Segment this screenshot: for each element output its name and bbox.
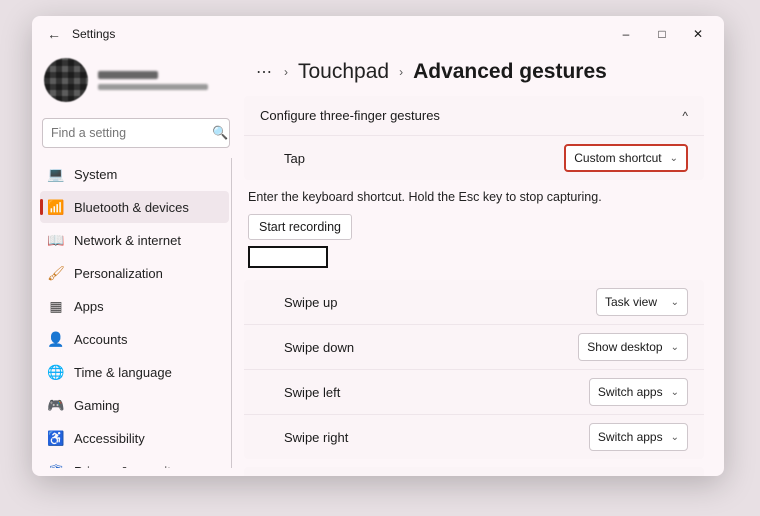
tap-label: Tap bbox=[284, 151, 564, 166]
search-input[interactable] bbox=[51, 126, 212, 140]
wifi-icon: 📖 bbox=[48, 232, 64, 248]
shortcut-capture-input[interactable] bbox=[248, 246, 328, 268]
section-title: Configure three-finger gestures bbox=[260, 108, 440, 123]
nav-list: 💻 System 📶 Bluetooth & devices 📖 Network & … bbox=[40, 158, 232, 468]
content: Configure three-finger gestures ^ Tap Cu… bbox=[244, 96, 720, 476]
sidebar-item-label: Accessibility bbox=[74, 431, 145, 446]
dropdown-value: Show desktop bbox=[587, 340, 662, 354]
breadcrumb-more[interactable]: ⋯ bbox=[256, 62, 274, 82]
chevron-up-icon: ^ bbox=[682, 109, 688, 123]
three-finger-section: Configure three-finger gestures ^ Tap Cu… bbox=[244, 96, 704, 180]
close-button[interactable]: ✕ bbox=[680, 20, 716, 48]
four-finger-section: Configure four-finger gestures ⌄ bbox=[244, 467, 704, 476]
chevron-down-icon: ⌄ bbox=[671, 432, 679, 443]
sidebar-item-personalization[interactable]: 🖌 Personalization bbox=[40, 257, 229, 289]
sidebar-item-bluetooth-devices[interactable]: 📶 Bluetooth & devices bbox=[40, 191, 229, 223]
titlebar: ← Settings – □ ✕ bbox=[32, 16, 724, 52]
dropdown-value: Task view bbox=[605, 295, 657, 309]
sidebar-item-label: Apps bbox=[74, 299, 104, 314]
avatar bbox=[44, 58, 88, 102]
minimize-button[interactable]: – bbox=[608, 20, 644, 48]
sidebar-item-label: Time & language bbox=[74, 365, 172, 380]
swipe-label: Swipe right bbox=[284, 430, 589, 445]
app-title: Settings bbox=[72, 27, 115, 41]
sidebar-item-system[interactable]: 💻 System bbox=[40, 158, 229, 190]
maximize-button[interactable]: □ bbox=[644, 20, 680, 48]
search-box[interactable]: 🔍 bbox=[42, 118, 230, 148]
swipe-label: Swipe up bbox=[284, 295, 596, 310]
sidebar-item-apps[interactable]: ▦ Apps bbox=[40, 290, 229, 322]
display-icon: 💻 bbox=[48, 166, 64, 182]
swipe-up-dropdown[interactable]: Task view ⌄ bbox=[596, 288, 688, 316]
sidebar-item-gaming[interactable]: 🎮 Gaming bbox=[40, 389, 229, 421]
breadcrumb-parent[interactable]: Touchpad bbox=[298, 60, 389, 84]
shortcut-hint: Enter the keyboard shortcut. Hold the Es… bbox=[244, 184, 704, 210]
dropdown-value: Custom shortcut bbox=[574, 151, 661, 165]
swipe-right-row: Swipe right Switch apps ⌄ bbox=[244, 415, 704, 459]
chevron-down-icon: ⌄ bbox=[671, 342, 679, 353]
chevron-down-icon: ⌄ bbox=[671, 387, 679, 398]
swipe-label: Swipe left bbox=[284, 385, 589, 400]
sidebar-item-label: Accounts bbox=[74, 332, 127, 347]
page-title: Advanced gestures bbox=[413, 60, 607, 84]
swipe-left-row: Swipe left Switch apps ⌄ bbox=[244, 370, 704, 415]
back-button[interactable]: ← bbox=[40, 26, 68, 42]
sidebar-item-accessibility[interactable]: ♿ Accessibility bbox=[40, 422, 229, 454]
chevron-right-icon: › bbox=[399, 65, 403, 79]
sidebar-item-label: Bluetooth & devices bbox=[74, 200, 189, 215]
swipe-down-row: Swipe down Show desktop ⌄ bbox=[244, 325, 704, 370]
chevron-right-icon: › bbox=[284, 65, 288, 79]
sidebar-item-label: Personalization bbox=[74, 266, 163, 281]
breadcrumb: ⋯ › Touchpad › Advanced gestures bbox=[240, 52, 720, 96]
sidebar-item-label: Network & internet bbox=[74, 233, 181, 248]
sidebar-item-time-language[interactable]: 🌐 Time & language bbox=[40, 356, 229, 388]
sidebar-item-label: Privacy & security bbox=[74, 464, 177, 469]
profile-text bbox=[98, 71, 228, 90]
swipe-down-dropdown[interactable]: Show desktop ⌄ bbox=[578, 333, 688, 361]
sidebar-item-label: System bbox=[74, 167, 117, 182]
search-icon: 🔍 bbox=[212, 125, 228, 141]
tap-row: Tap Custom shortcut ⌄ bbox=[244, 135, 704, 180]
gamepad-icon: 🎮 bbox=[48, 397, 64, 413]
shield-icon: 🛡 bbox=[48, 463, 64, 468]
settings-window: ← Settings – □ ✕ 🔍 💻 System 📶 Bluetooth & … bbox=[32, 16, 724, 476]
dropdown-value: Switch apps bbox=[598, 430, 663, 444]
three-finger-swipes: Swipe up Task view ⌄ Swipe down Show desk… bbox=[244, 280, 704, 459]
swipe-left-dropdown[interactable]: Switch apps ⌄ bbox=[589, 378, 688, 406]
bluetooth-icon: 📶 bbox=[48, 199, 64, 215]
sidebar-item-accounts[interactable]: 👤 Accounts bbox=[40, 323, 229, 355]
sidebar-item-privacy-security[interactable]: 🛡 Privacy & security bbox=[40, 455, 229, 468]
sidebar-item-network[interactable]: 📖 Network & internet bbox=[40, 224, 229, 256]
accessibility-icon: ♿ bbox=[48, 430, 64, 446]
swipe-right-dropdown[interactable]: Switch apps ⌄ bbox=[589, 423, 688, 451]
four-finger-header[interactable]: Configure four-finger gestures ⌄ bbox=[244, 467, 704, 476]
tap-dropdown[interactable]: Custom shortcut ⌄ bbox=[564, 144, 688, 172]
globe-icon: 🌐 bbox=[48, 364, 64, 380]
brush-icon: 🖌 bbox=[48, 265, 64, 281]
body: 🔍 💻 System 📶 Bluetooth & devices 📖 Network … bbox=[32, 52, 724, 476]
swipe-label: Swipe down bbox=[284, 340, 578, 355]
profile-block[interactable] bbox=[40, 52, 232, 116]
person-icon: 👤 bbox=[48, 331, 64, 347]
main-pane: ⋯ › Touchpad › Advanced gestures Configu… bbox=[240, 52, 724, 476]
chevron-down-icon: ⌄ bbox=[671, 297, 679, 308]
sidebar-item-label: Gaming bbox=[74, 398, 120, 413]
swipe-up-row: Swipe up Task view ⌄ bbox=[244, 280, 704, 325]
chevron-down-icon: ⌄ bbox=[670, 153, 678, 164]
start-recording-button[interactable]: Start recording bbox=[248, 214, 352, 240]
sidebar: 🔍 💻 System 📶 Bluetooth & devices 📖 Network … bbox=[32, 52, 240, 476]
window-controls: – □ ✕ bbox=[608, 20, 716, 48]
grid-icon: ▦ bbox=[48, 298, 64, 314]
three-finger-header[interactable]: Configure three-finger gestures ^ bbox=[244, 96, 704, 135]
dropdown-value: Switch apps bbox=[598, 385, 663, 399]
